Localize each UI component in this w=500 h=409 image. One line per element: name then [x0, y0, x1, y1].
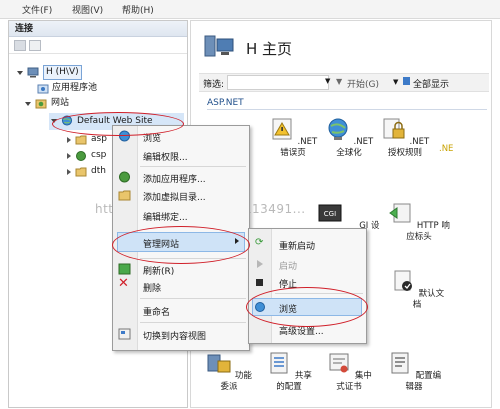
svg-text:CGI: CGI	[323, 210, 335, 218]
feature-label: .NE	[439, 144, 454, 154]
submenu-item-start[interactable]: 启动	[279, 259, 297, 272]
folder-icon	[75, 135, 87, 145]
menu-file[interactable]: 文件(F)	[22, 3, 52, 16]
warning-page-icon	[272, 118, 292, 140]
config-editor-icon	[391, 352, 409, 374]
section-aspnet-heading: ASP.NET	[207, 98, 244, 108]
stop-square-icon	[256, 279, 263, 286]
filter-bar: 筛选: ▼ ▼ 开始(G) ▼ 全部显示	[199, 73, 489, 92]
server-home-icon	[204, 35, 234, 57]
menu-item-rename[interactable]: 重命名	[143, 305, 170, 318]
expand-arrow-icon[interactable]	[25, 102, 31, 106]
menu-separator	[140, 322, 246, 323]
section-divider	[207, 109, 487, 110]
show-all-icon	[403, 77, 410, 85]
feature-partial-icon	[439, 117, 465, 141]
annotation-oval-manage-website	[112, 226, 250, 264]
menu-bar: 文件(F) 视图(V) 帮助(H)	[0, 0, 500, 19]
child-dth-label: dth	[91, 166, 106, 176]
show-all-button[interactable]: 全部显示	[413, 77, 449, 90]
globe-app-icon	[76, 151, 86, 161]
default-document-icon	[394, 270, 412, 291]
save-connection-icon[interactable]	[29, 40, 41, 51]
restart-icon: ⟳	[255, 237, 264, 248]
collapse-arrow-icon[interactable]	[67, 137, 71, 143]
menu-item-refresh[interactable]: 刷新(R)	[143, 264, 174, 277]
add-virtual-dir-icon	[118, 190, 131, 201]
feature-net-authorization[interactable]: .NET 授权规则	[379, 117, 431, 159]
menu-item-switch-content-view[interactable]: 切换到内容视图	[143, 329, 206, 342]
expand-arrow-icon[interactable]	[17, 71, 23, 75]
page-title: H 主页	[246, 40, 293, 58]
collapse-arrow-icon[interactable]	[67, 169, 71, 175]
start-play-icon	[257, 260, 263, 268]
delete-x-icon: ✕	[118, 276, 129, 291]
app-pools-label: 应用程序池	[52, 83, 98, 93]
menu-view[interactable]: 视图(V)	[72, 3, 103, 16]
http-headers-icon	[389, 203, 411, 223]
shared-config-icon	[270, 352, 288, 374]
app-pool-icon	[37, 84, 49, 94]
collapse-arrow-icon[interactable]	[67, 153, 71, 159]
menu-item-add-application[interactable]: 添加应用程序...	[143, 172, 206, 185]
server-label: H (H\V)	[43, 65, 82, 80]
menu-item-delete[interactable]: 删除	[143, 281, 161, 294]
certificate-icon	[329, 353, 349, 373]
sites-folder-icon	[35, 99, 47, 109]
menu-item-add-virtual-directory[interactable]: 添加虚拟目录...	[143, 190, 206, 203]
globe-feature-icon	[328, 118, 348, 140]
connections-title: 连接	[9, 21, 187, 37]
submenu-item-restart[interactable]: 重新启动	[279, 239, 315, 252]
feature-net-error-pages[interactable]: .NET 错误页	[267, 117, 319, 159]
lock-page-icon	[383, 118, 405, 139]
feature-http-response-headers[interactable]: HTTP 响应标头	[387, 201, 451, 243]
feature-label: 默认文档	[412, 289, 445, 310]
menu-separator	[140, 298, 246, 299]
filter-label: 筛选:	[203, 80, 225, 90]
feature-partial-right[interactable]: .NE	[439, 117, 489, 155]
menu-item-edit-permissions[interactable]: 编辑权限...	[143, 150, 188, 163]
dropdown-arrow-icon[interactable]: ▼	[325, 77, 330, 85]
feature-shared-config[interactable]: 共享的配置	[263, 351, 315, 393]
feature-default-document[interactable]: 默认文档	[389, 269, 445, 311]
filter-input[interactable]	[227, 75, 329, 90]
feature-net-globalization[interactable]: .NET 全球化	[323, 117, 375, 159]
menu-separator	[140, 166, 246, 167]
folder-icon	[75, 167, 87, 177]
delegation-icon	[207, 354, 231, 373]
feature-config-editor[interactable]: 配置编辑器	[385, 351, 443, 393]
sites-label: 网站	[51, 98, 70, 108]
content-view-icon	[118, 328, 131, 340]
new-connection-icon[interactable]	[14, 40, 26, 51]
add-application-icon	[119, 171, 130, 183]
feature-delegation[interactable]: 功能委派	[203, 351, 255, 393]
start-button[interactable]: 开始(G)	[347, 77, 379, 90]
menu-help[interactable]: 帮助(H)	[122, 3, 154, 16]
cgi-icon: CGI	[318, 204, 341, 222]
annotation-oval-browse	[246, 287, 368, 327]
feature-central-certificates[interactable]: 集中式证书	[323, 351, 375, 393]
server-icon	[27, 67, 39, 78]
menu-item-edit-bindings[interactable]: 编辑绑定...	[143, 210, 188, 223]
dropdown-arrow-icon[interactable]: ▼	[393, 78, 398, 86]
refresh-icon	[118, 263, 131, 275]
funnel-icon: ▼	[336, 77, 343, 86]
connections-toolbar	[9, 37, 187, 54]
annotation-oval-default-site	[52, 112, 184, 136]
child-csp-label: csp	[91, 150, 107, 160]
